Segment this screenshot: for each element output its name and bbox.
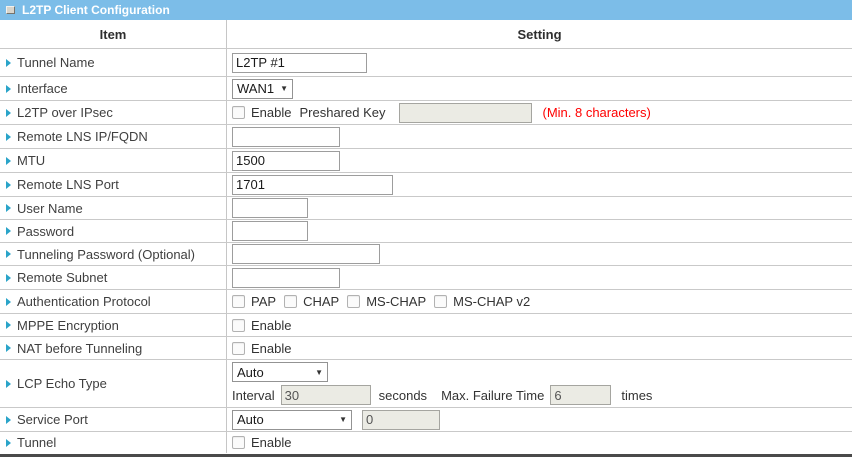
panel-title: L2TP Client Configuration (22, 3, 170, 17)
preshared-key-hint: (Min. 8 characters) (542, 105, 650, 120)
row-service-port: Service Port Auto ▼ (0, 407, 852, 431)
preshared-key-input (399, 103, 532, 123)
table-header-row: Item Setting (0, 20, 852, 48)
item-label: LCP Echo Type (17, 376, 107, 391)
row-interface: Interface WAN1 ▼ (0, 76, 852, 100)
header-item: Item (0, 20, 227, 48)
preshared-key-label: Preshared Key (299, 105, 385, 120)
row-nat-before-tunneling: NAT before Tunneling Enable (0, 336, 852, 359)
item-label: Remote LNS Port (17, 177, 119, 192)
service-port-select[interactable]: Auto ▼ (232, 410, 352, 430)
item-label: Password (17, 224, 74, 239)
item-label: Interface (17, 81, 68, 96)
bullet-icon (6, 250, 11, 258)
bullet-icon (6, 321, 11, 329)
lcp-echo-type-select[interactable]: Auto ▼ (232, 362, 328, 382)
ms-chap-v2-checkbox[interactable] (434, 295, 447, 308)
chevron-down-icon: ▼ (315, 368, 323, 377)
row-remote-subnet: Remote Subnet (0, 265, 852, 289)
row-authentication-protocol: Authentication Protocol PAP CHAP MS-CHAP… (0, 289, 852, 313)
lcp-interval-unit: seconds (379, 388, 427, 403)
interface-select-value: WAN1 (237, 81, 274, 96)
nat-enable-checkbox[interactable] (232, 342, 245, 355)
row-tunnel-name: Tunnel Name (0, 48, 852, 76)
pap-label: PAP (251, 294, 276, 309)
enable-preshared-checkbox[interactable] (232, 106, 245, 119)
row-remote-lns-port: Remote LNS Port (0, 172, 852, 196)
panel-titlebar: L2TP Client Configuration (0, 0, 852, 20)
password-input[interactable] (232, 221, 308, 241)
tunnel-enable-label: Enable (251, 435, 291, 450)
lcp-interval-label: Interval (232, 388, 275, 403)
lcp-interval-input (281, 385, 371, 405)
bullet-icon (6, 439, 11, 447)
bullet-icon (6, 204, 11, 212)
item-label: Tunnel (17, 435, 56, 450)
l2tp-client-configuration-panel: L2TP Client Configuration Item Setting T… (0, 0, 852, 457)
row-mtu: MTU (0, 148, 852, 172)
row-tunnel: Tunnel Enable (0, 431, 852, 453)
row-mppe-encryption: MPPE Encryption Enable (0, 313, 852, 336)
item-label: Authentication Protocol (17, 294, 151, 309)
bullet-icon (6, 133, 11, 141)
item-label: Service Port (17, 412, 88, 427)
item-label: Remote Subnet (17, 270, 107, 285)
bullet-icon (6, 380, 11, 388)
item-label: MPPE Encryption (17, 318, 119, 333)
user-name-input[interactable] (232, 198, 308, 218)
ms-chap-v2-label: MS-CHAP v2 (453, 294, 530, 309)
ms-chap-label: MS-CHAP (366, 294, 426, 309)
bullet-icon (6, 157, 11, 165)
ms-chap-checkbox[interactable] (347, 295, 360, 308)
lcp-max-failure-input (550, 385, 611, 405)
item-label: Tunnel Name (17, 55, 95, 70)
mppe-enable-checkbox[interactable] (232, 319, 245, 332)
row-password: Password (0, 219, 852, 242)
chap-label: CHAP (303, 294, 339, 309)
row-remote-lns-ip: Remote LNS IP/FQDN (0, 124, 852, 148)
bullet-icon (6, 109, 11, 117)
bullet-icon (6, 227, 11, 235)
service-port-select-value: Auto (237, 412, 264, 427)
bullet-icon (6, 274, 11, 282)
item-label: L2TP over IPsec (17, 105, 113, 120)
mppe-enable-label: Enable (251, 318, 291, 333)
bullet-icon (6, 181, 11, 189)
nat-enable-label: Enable (251, 341, 291, 356)
item-label: Remote LNS IP/FQDN (17, 129, 148, 144)
chevron-down-icon: ▼ (339, 415, 347, 424)
item-label: Tunneling Password (Optional) (17, 247, 195, 262)
chevron-down-icon: ▼ (280, 84, 288, 93)
remote-lns-port-input[interactable] (232, 175, 393, 195)
remote-lns-ip-input[interactable] (232, 127, 340, 147)
bullet-icon (6, 59, 11, 67)
lcp-echo-type-select-value: Auto (237, 365, 264, 380)
tunnel-enable-checkbox[interactable] (232, 436, 245, 449)
tunnel-name-input[interactable] (232, 53, 367, 73)
bullet-icon (6, 85, 11, 93)
lcp-failure-unit: times (621, 388, 652, 403)
lcp-max-failure-label: Max. Failure Time (441, 388, 544, 403)
row-l2tp-over-ipsec: L2TP over IPsec Enable Preshared Key (Mi… (0, 100, 852, 124)
enable-label: Enable (251, 105, 291, 120)
remote-subnet-input[interactable] (232, 268, 340, 288)
item-label: MTU (17, 153, 45, 168)
item-label: User Name (17, 201, 83, 216)
pap-checkbox[interactable] (232, 295, 245, 308)
row-user-name: User Name (0, 196, 852, 219)
header-setting: Setting (227, 20, 852, 48)
bullet-icon (6, 344, 11, 352)
row-tunneling-password: Tunneling Password (Optional) (0, 242, 852, 265)
mtu-input[interactable] (232, 151, 340, 171)
tunneling-password-input[interactable] (232, 244, 380, 264)
bullet-icon (6, 416, 11, 424)
interface-select[interactable]: WAN1 ▼ (232, 79, 293, 99)
panel-toggle-icon[interactable] (6, 6, 15, 14)
chap-checkbox[interactable] (284, 295, 297, 308)
bullet-icon (6, 298, 11, 306)
row-lcp-echo-type: LCP Echo Type Auto ▼ Interval seconds Ma… (0, 359, 852, 407)
item-label: NAT before Tunneling (17, 341, 142, 356)
service-port-number-input (362, 410, 440, 430)
